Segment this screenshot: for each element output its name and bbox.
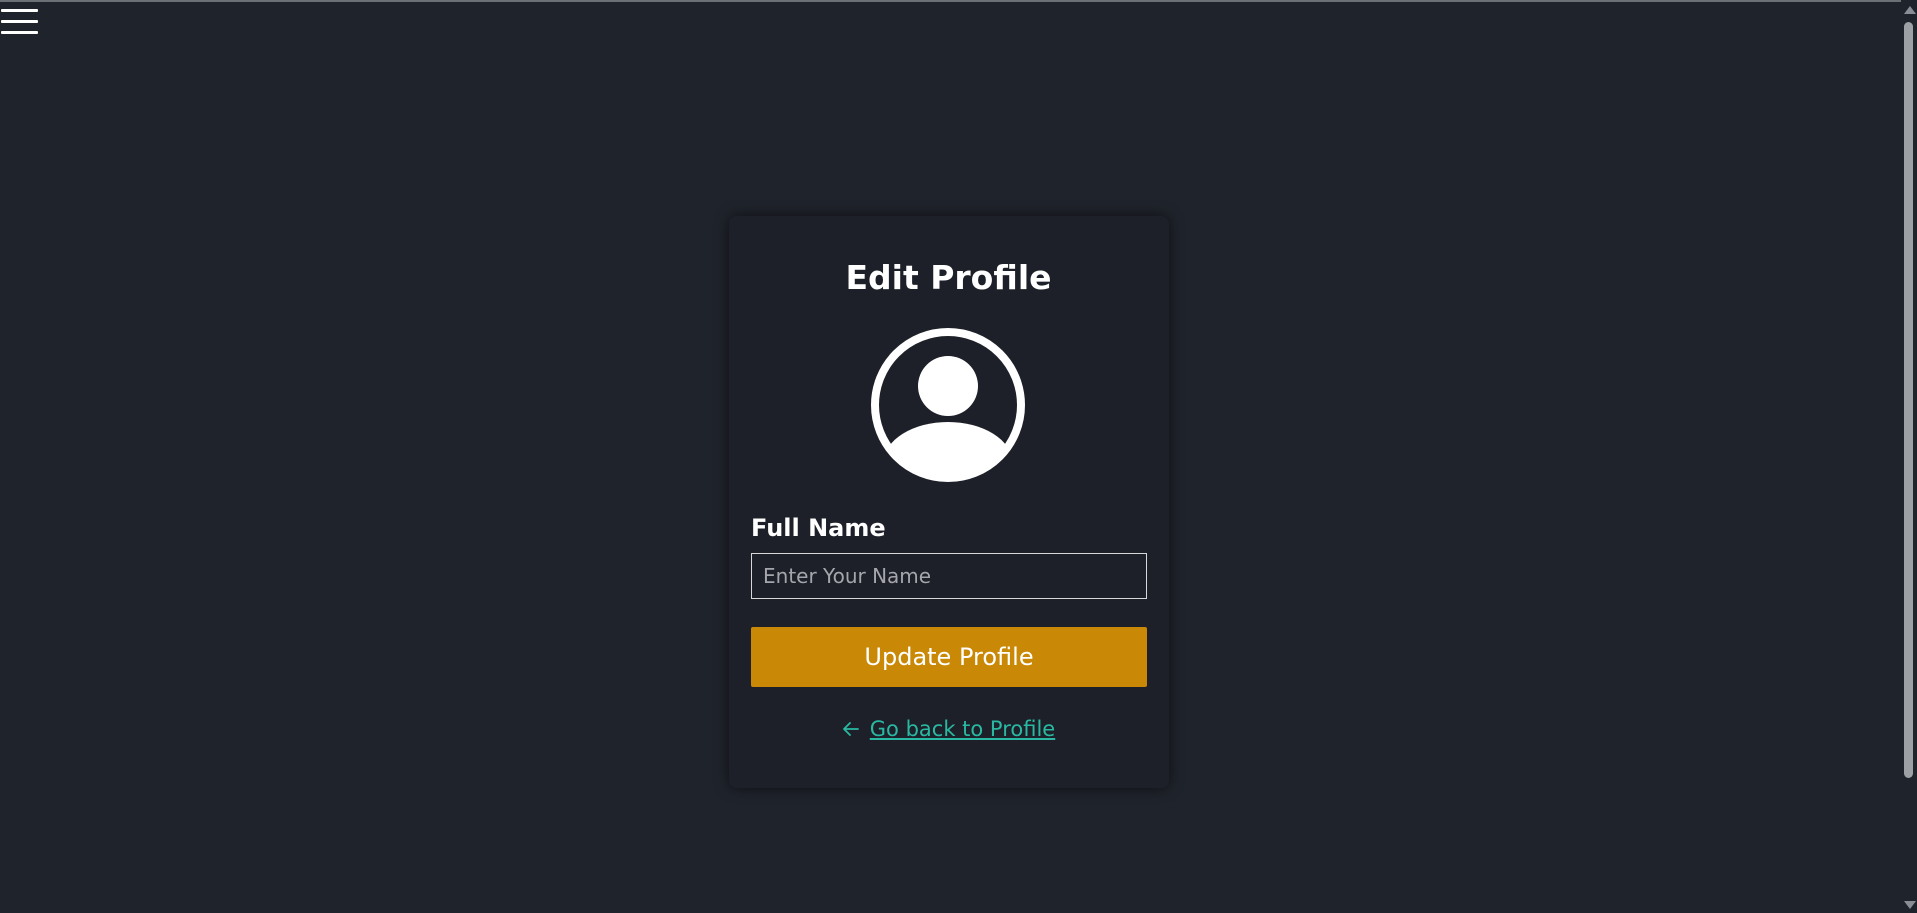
- full-name-label: Full Name: [751, 514, 886, 542]
- hamburger-menu-icon-bar-2: [1, 20, 38, 23]
- go-back-to-profile-link[interactable]: Go back to Profile: [870, 717, 1055, 741]
- page-title: Edit Profile: [845, 258, 1052, 297]
- hamburger-menu-button[interactable]: [0, 8, 40, 40]
- scrollbar-thumb[interactable]: [1904, 22, 1913, 778]
- back-to-profile-row: Go back to Profile: [0, 717, 1897, 741]
- edit-profile-card: [729, 216, 1169, 788]
- arrow-left-icon: [842, 717, 860, 741]
- update-profile-button[interactable]: Update Profile: [751, 627, 1147, 687]
- scroll-down-arrow-icon[interactable]: [1904, 901, 1916, 909]
- full-name-input[interactable]: [751, 553, 1147, 599]
- vertical-scrollbar[interactable]: [1901, 0, 1917, 913]
- window-top-border: [0, 0, 1917, 2]
- scroll-up-arrow-icon[interactable]: [1904, 6, 1916, 14]
- user-circle-icon: [870, 327, 1026, 483]
- hamburger-menu-icon-bar-3: [1, 31, 38, 34]
- hamburger-menu-icon-bar-1: [1, 9, 38, 12]
